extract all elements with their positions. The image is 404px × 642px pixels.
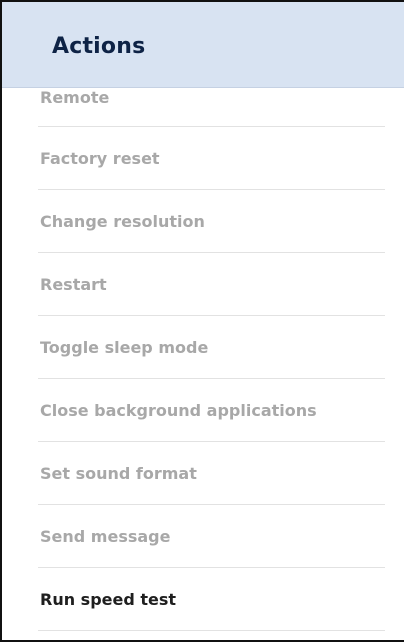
action-item-close-background-applications[interactable]: Close background applications (38, 379, 385, 442)
action-label: Restart (40, 275, 107, 294)
action-label: Remote (40, 88, 110, 107)
action-item-restart[interactable]: Restart (38, 253, 385, 316)
action-label: Send message (40, 527, 171, 546)
action-item-send-message[interactable]: Send message (38, 505, 385, 568)
actions-panel: Remote Factory reset Change resolution R… (0, 0, 404, 642)
action-item-run-speed-test[interactable]: Run speed test (38, 568, 385, 631)
action-item-toggle-sleep-mode[interactable]: Toggle sleep mode (38, 316, 385, 379)
action-label: Factory reset (40, 149, 160, 168)
panel-header: Actions (2, 2, 404, 88)
action-label: Close background applications (40, 401, 317, 420)
action-label: Set sound format (40, 464, 197, 483)
action-label: Run speed test (40, 590, 177, 609)
action-label: Toggle sleep mode (40, 338, 209, 357)
actions-list: Remote Factory reset Change resolution R… (2, 64, 404, 631)
action-label: Change resolution (40, 212, 205, 231)
action-item-factory-reset[interactable]: Factory reset (38, 127, 385, 190)
action-item-change-resolution[interactable]: Change resolution (38, 190, 385, 253)
action-item-set-sound-format[interactable]: Set sound format (38, 442, 385, 505)
panel-title: Actions (52, 34, 146, 59)
